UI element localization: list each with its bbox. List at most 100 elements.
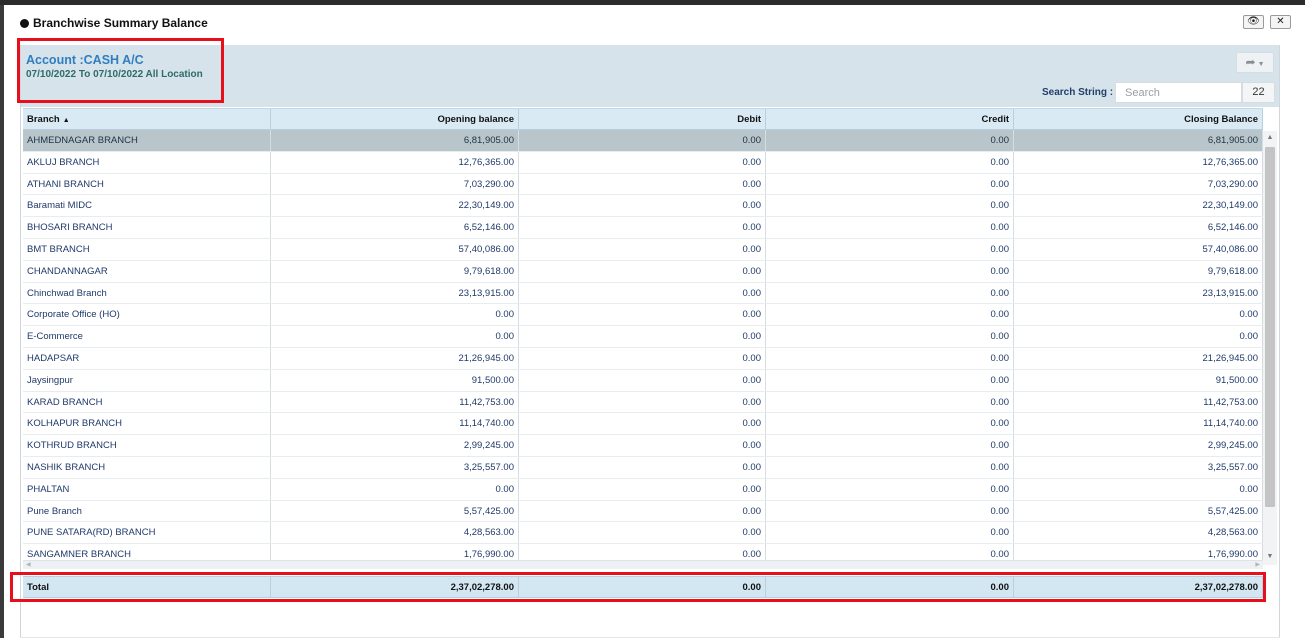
cell-closing: 23,13,915.00 <box>1014 282 1263 304</box>
cell-closing: 9,79,618.00 <box>1014 260 1263 282</box>
column-header-branch[interactable]: Branch ▲ <box>23 109 271 129</box>
cell-credit: 0.00 <box>766 413 1014 435</box>
cell-credit: 0.00 <box>766 304 1014 326</box>
cell-branch: KOLHAPUR BRANCH <box>23 413 271 435</box>
cell-debit: 0.00 <box>519 478 766 500</box>
cell-debit: 0.00 <box>519 369 766 391</box>
cell-debit: 0.00 <box>519 173 766 195</box>
cell-closing: 2,99,245.00 <box>1014 435 1263 456</box>
cell-opening: 5,57,425.00 <box>271 500 519 522</box>
grid-header-row: Branch ▲ Opening balance Debit Credit Clo… <box>23 108 1263 130</box>
table-row[interactable]: KOTHRUD BRANCH 2,99,245.00 0.00 0.00 2,99,24… <box>23 435 1263 457</box>
chevron-down-icon: ▼ <box>1257 61 1265 68</box>
cell-branch: AKLUJ BRANCH <box>23 151 271 173</box>
cell-opening: 11,14,740.00 <box>271 413 519 435</box>
cell-branch: Chinchwad Branch <box>23 282 271 304</box>
cell-debit: 0.00 <box>519 260 766 282</box>
column-header-debit[interactable]: Debit <box>519 109 766 129</box>
cell-opening: 7,03,290.00 <box>271 173 519 195</box>
column-header-opening[interactable]: Opening balance <box>271 109 519 129</box>
cell-branch: Jaysingpur <box>23 369 271 391</box>
table-row[interactable]: BHOSARI BRANCH 6,52,146.00 0.00 0.00 6,52,14… <box>23 217 1263 239</box>
cell-closing: 91,500.00 <box>1014 369 1263 391</box>
table-row[interactable]: PHALTAN 0.00 0.00 0.00 0.00 <box>23 478 1263 501</box>
cell-credit: 0.00 <box>766 130 1014 151</box>
cell-debit: 0.00 <box>519 217 766 238</box>
cell-branch: HADAPSAR <box>23 347 271 369</box>
cell-opening: 12,76,365.00 <box>271 151 519 173</box>
cell-closing: 3,25,557.00 <box>1014 456 1263 478</box>
cell-closing: 7,03,290.00 <box>1014 173 1263 195</box>
table-row[interactable]: HADAPSAR 21,26,945.00 0.00 0.00 21,26,945.00 <box>23 347 1263 370</box>
dialog-title-text: Branchwise Summary Balance <box>33 16 208 30</box>
cell-closing: 22,30,149.00 <box>1014 195 1263 217</box>
cell-opening: 22,30,149.00 <box>271 195 519 217</box>
cell-closing: 11,42,753.00 <box>1014 391 1263 413</box>
cell-closing: 0.00 <box>1014 478 1263 500</box>
column-header-closing[interactable]: Closing Balance <box>1014 109 1263 129</box>
scroll-right-icon[interactable]: ▶ <box>1255 561 1260 569</box>
date-range-subtitle: 07/10/2022 To 07/10/2022 All Location <box>26 69 203 80</box>
total-closing: 2,37,02,278.00 <box>1014 577 1263 597</box>
cell-credit: 0.00 <box>766 435 1014 456</box>
table-row[interactable]: AHMEDNAGAR BRANCH 6,81,905.00 0.00 0.00 6,81… <box>23 130 1263 152</box>
table-row[interactable]: Jaysingpur 91,500.00 0.00 0.00 91,500.00 <box>23 369 1263 392</box>
close-icon[interactable]: ✕ <box>1270 15 1291 29</box>
cell-debit: 0.00 <box>519 195 766 217</box>
cell-debit: 0.00 <box>519 304 766 326</box>
table-row[interactable]: Baramati MIDC 22,30,149.00 0.00 0.00 22,30,1… <box>23 195 1263 218</box>
horizontal-scrollbar[interactable]: ◀ ▶ <box>23 560 1263 569</box>
scroll-up-icon[interactable]: ▲ <box>1263 134 1277 141</box>
total-credit: 0.00 <box>766 577 1014 597</box>
cell-closing: 21,26,945.00 <box>1014 347 1263 369</box>
cell-debit: 0.00 <box>519 456 766 478</box>
cell-opening: 11,42,753.00 <box>271 391 519 413</box>
table-row[interactable]: CHANDANNAGAR 9,79,618.00 0.00 0.00 9,79,618.… <box>23 260 1263 283</box>
table-row[interactable]: Corporate Office (HO) 0.00 0.00 0.00 0.00 <box>23 304 1263 327</box>
scroll-left-icon[interactable]: ◀ <box>26 561 31 569</box>
cell-closing: 0.00 <box>1014 304 1263 326</box>
cell-closing: 11,14,740.00 <box>1014 413 1263 435</box>
grid-body: AHMEDNAGAR BRANCH 6,81,905.00 0.00 0.00 6,81… <box>23 130 1263 563</box>
scroll-down-icon[interactable]: ▼ <box>1263 553 1277 560</box>
cell-opening: 57,40,086.00 <box>271 238 519 260</box>
cell-closing: 5,57,425.00 <box>1014 500 1263 522</box>
cell-branch: Pune Branch <box>23 500 271 522</box>
share-button[interactable]: ➦ ▼ <box>1236 52 1274 73</box>
record-count: 22 <box>1242 82 1275 103</box>
cell-branch: AHMEDNAGAR BRANCH <box>23 130 271 151</box>
table-row[interactable]: BMT BRANCH 57,40,086.00 0.00 0.00 57,40,086.… <box>23 238 1263 261</box>
scrollbar-thumb[interactable] <box>1265 147 1275 507</box>
eye-toggle-icon[interactable]: 👁 <box>1243 15 1264 29</box>
table-row[interactable]: E-Commerce 0.00 0.00 0.00 0.00 <box>23 326 1263 348</box>
dialog-title: Branchwise Summary Balance <box>20 15 208 31</box>
table-row[interactable]: PUNE SATARA(RD) BRANCH 4,28,563.00 0.00 0.0… <box>23 522 1263 545</box>
column-header-credit[interactable]: Credit <box>766 109 1014 129</box>
cell-credit: 0.00 <box>766 217 1014 238</box>
table-row[interactable]: KARAD BRANCH 11,42,753.00 0.00 0.00 11,42,75… <box>23 391 1263 414</box>
column-header-branch-label: Branch <box>27 114 60 125</box>
vertical-scrollbar[interactable]: ▲ ▼ <box>1263 131 1277 565</box>
cell-credit: 0.00 <box>766 282 1014 304</box>
table-row[interactable]: ATHANI BRANCH 7,03,290.00 0.00 0.00 7,03,290… <box>23 173 1263 196</box>
cell-branch: BMT BRANCH <box>23 238 271 260</box>
cell-opening: 6,81,905.00 <box>271 130 519 151</box>
cell-credit: 0.00 <box>766 478 1014 500</box>
cell-debit: 0.00 <box>519 391 766 413</box>
cell-debit: 0.00 <box>519 151 766 173</box>
cell-opening: 3,25,557.00 <box>271 456 519 478</box>
table-row[interactable]: AKLUJ BRANCH 12,76,365.00 0.00 0.00 12,76,36… <box>23 151 1263 174</box>
table-row[interactable]: Chinchwad Branch 23,13,915.00 0.00 0.00 23,1… <box>23 282 1263 305</box>
cell-debit: 0.00 <box>519 282 766 304</box>
cell-opening: 21,26,945.00 <box>271 347 519 369</box>
search-input[interactable] <box>1115 82 1242 103</box>
table-row[interactable]: NASHIK BRANCH 3,25,557.00 0.00 0.00 3,25,557… <box>23 456 1263 479</box>
search-label: Search String : <box>1042 87 1114 98</box>
account-title: Account :CASH A/C <box>26 53 144 67</box>
cell-branch: PUNE SATARA(RD) BRANCH <box>23 522 271 544</box>
cell-branch: PHALTAN <box>23 478 271 500</box>
table-row[interactable]: Pune Branch 5,57,425.00 0.00 0.00 5,57,425.0… <box>23 500 1263 523</box>
cell-branch: CHANDANNAGAR <box>23 260 271 282</box>
table-row[interactable]: KOLHAPUR BRANCH 11,14,740.00 0.00 0.00 11,14… <box>23 413 1263 436</box>
cell-branch: ATHANI BRANCH <box>23 173 271 195</box>
